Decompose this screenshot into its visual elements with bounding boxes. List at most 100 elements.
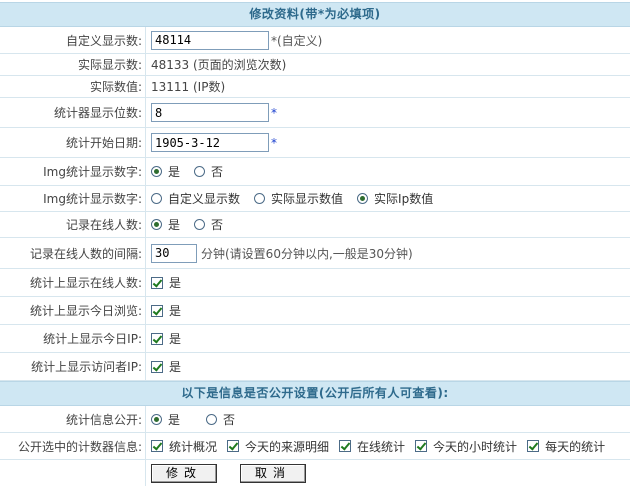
submit-button[interactable]: 修改	[151, 463, 218, 483]
public-settings-header: 以下是信息是否公开设置(公开后所有人可查看):	[0, 381, 630, 406]
record-online-yes-label: 是	[168, 218, 181, 232]
label-actual-count: 实际显示数:	[0, 54, 146, 75]
img-source-actual-label: 实际显示数值	[271, 192, 344, 206]
start-date-input[interactable]	[151, 133, 269, 152]
actual-count-value: 48133 (页面的浏览次数)	[151, 58, 287, 72]
row-show-online: 统计上显示在线人数: 是	[0, 269, 630, 297]
public-overview-label: 统计概况	[169, 439, 218, 454]
form-header: 修改资料(带*为必填项)	[0, 2, 630, 27]
public-info-yes-label: 是	[168, 412, 181, 427]
start-date-required-star: *	[271, 135, 277, 150]
show-visitor-ip-checkbox[interactable]	[151, 360, 163, 373]
img-source-ip-label: 实际Ip数值	[374, 192, 434, 206]
img-show-no-radio[interactable]	[194, 166, 206, 177]
public-info-yes-option[interactable]: 是	[151, 411, 180, 428]
label-show-visitor-ip: 统计上显示访问者IP:	[0, 353, 146, 380]
show-online-option[interactable]: 是	[151, 274, 181, 291]
record-online-no-radio[interactable]	[194, 219, 206, 230]
label-public-items: 公开选中的计数器信息:	[0, 433, 146, 459]
custom-count-note: *(自定义)	[271, 33, 323, 48]
label-img-show: Img统计显示数字:	[0, 158, 146, 185]
row-digits: 统计器显示位数: *	[0, 98, 630, 128]
label-show-online: 统计上显示在线人数:	[0, 269, 146, 296]
row-show-today-ip: 统计上显示今日IP: 是	[0, 325, 630, 353]
row-actual-value: 实际数值: 13111 (IP数)	[0, 76, 630, 98]
img-show-no-label: 否	[211, 165, 224, 179]
show-today-ip-checkbox[interactable]	[151, 332, 163, 345]
record-online-no-option[interactable]: 否	[194, 216, 223, 233]
img-source-custom-radio[interactable]	[151, 193, 162, 204]
cancel-button[interactable]: 取消	[240, 463, 307, 483]
digits-input[interactable]	[151, 103, 269, 122]
public-online-option[interactable]: 在线统计	[339, 438, 405, 455]
public-sources-option[interactable]: 今天的来源明细	[227, 438, 329, 455]
img-source-ip-radio[interactable]	[357, 193, 369, 204]
label-actual-value: 实际数值:	[0, 76, 146, 97]
show-today-views-option[interactable]: 是	[151, 302, 181, 319]
img-source-ip-option[interactable]: 实际Ip数值	[357, 190, 433, 207]
row-start-date: 统计开始日期: *	[0, 128, 630, 158]
show-today-views-label: 是	[169, 304, 182, 318]
img-show-yes-label: 是	[168, 165, 181, 179]
img-source-actual-option[interactable]: 实际显示数值	[254, 190, 343, 207]
public-overview-checkbox[interactable]	[151, 440, 163, 452]
online-interval-input[interactable]	[151, 243, 197, 263]
public-hourly-checkbox[interactable]	[415, 440, 428, 452]
online-interval-note: 分钟(请设置60分钟以内,一般是30分钟)	[201, 246, 413, 261]
public-info-yes-radio[interactable]	[151, 413, 162, 425]
show-online-label: 是	[169, 276, 182, 290]
label-custom-count: 自定义显示数:	[0, 27, 146, 53]
row-public-info: 统计信息公开: 是 否	[0, 406, 630, 433]
settings-form: 修改资料(带*为必填项) 自定义显示数: *(自定义) 实际显示数: 48133…	[0, 0, 630, 486]
row-buttons: 修改 取消	[0, 460, 630, 486]
actual-value-value: 13111 (IP数)	[151, 80, 226, 94]
label-show-today-views: 统计上显示今日浏览:	[0, 297, 146, 324]
public-sources-label: 今天的来源明细	[245, 439, 330, 454]
show-today-ip-label: 是	[169, 332, 182, 346]
public-info-no-option[interactable]: 否	[206, 411, 235, 428]
public-online-checkbox[interactable]	[339, 440, 352, 452]
img-source-custom-label: 自定义显示数	[168, 192, 241, 206]
record-online-yes-option[interactable]: 是	[151, 216, 180, 233]
row-public-items: 公开选中的计数器信息: 统计概况 今天的来源明细 在线统计 今天的小时统计 每天…	[0, 433, 630, 460]
img-show-yes-option[interactable]: 是	[151, 163, 180, 180]
public-sources-checkbox[interactable]	[227, 440, 240, 452]
show-visitor-ip-option[interactable]: 是	[151, 358, 181, 375]
img-show-yes-radio[interactable]	[151, 166, 162, 177]
public-info-no-label: 否	[223, 412, 236, 427]
show-online-checkbox[interactable]	[151, 276, 163, 289]
row-show-visitor-ip: 统计上显示访问者IP: 是	[0, 353, 630, 381]
img-source-custom-option[interactable]: 自定义显示数	[151, 190, 240, 207]
label-public-info: 统计信息公开:	[0, 406, 146, 432]
label-online-interval: 记录在线人数的间隔:	[0, 238, 146, 268]
public-daily-checkbox[interactable]	[527, 440, 540, 452]
digits-required-star: *	[271, 105, 277, 120]
row-img-source: Img统计显示数字: 自定义显示数 实际显示数值 实际Ip数值	[0, 186, 630, 212]
record-online-yes-radio[interactable]	[151, 219, 162, 230]
public-hourly-option[interactable]: 今天的小时统计	[415, 438, 517, 455]
public-daily-label: 每天的统计	[545, 439, 606, 454]
public-overview-option[interactable]: 统计概况	[151, 438, 217, 455]
img-source-actual-radio[interactable]	[254, 193, 266, 204]
label-digits: 统计器显示位数:	[0, 98, 146, 127]
show-visitor-ip-label: 是	[169, 360, 182, 374]
row-img-show: Img统计显示数字: 是 否	[0, 158, 630, 186]
row-custom-count: 自定义显示数: *(自定义)	[0, 27, 630, 54]
img-show-no-option[interactable]: 否	[194, 163, 223, 180]
row-actual-count: 实际显示数: 48133 (页面的浏览次数)	[0, 54, 630, 76]
show-today-ip-option[interactable]: 是	[151, 330, 181, 347]
public-online-label: 在线统计	[357, 439, 406, 454]
public-hourly-label: 今天的小时统计	[433, 439, 518, 454]
label-img-source: Img统计显示数字:	[0, 186, 146, 211]
public-daily-option[interactable]: 每天的统计	[527, 438, 605, 455]
row-online-interval: 记录在线人数的间隔: 分钟(请设置60分钟以内,一般是30分钟)	[0, 238, 630, 269]
row-show-today-views: 统计上显示今日浏览: 是	[0, 297, 630, 325]
public-info-no-radio[interactable]	[206, 413, 218, 425]
show-today-views-checkbox[interactable]	[151, 304, 163, 317]
record-online-no-label: 否	[211, 218, 224, 232]
label-record-online: 记录在线人数:	[0, 212, 146, 237]
label-start-date: 统计开始日期:	[0, 128, 146, 157]
label-show-today-ip: 统计上显示今日IP:	[0, 325, 146, 352]
row-record-online: 记录在线人数: 是 否	[0, 212, 630, 238]
custom-count-input[interactable]	[151, 30, 269, 50]
